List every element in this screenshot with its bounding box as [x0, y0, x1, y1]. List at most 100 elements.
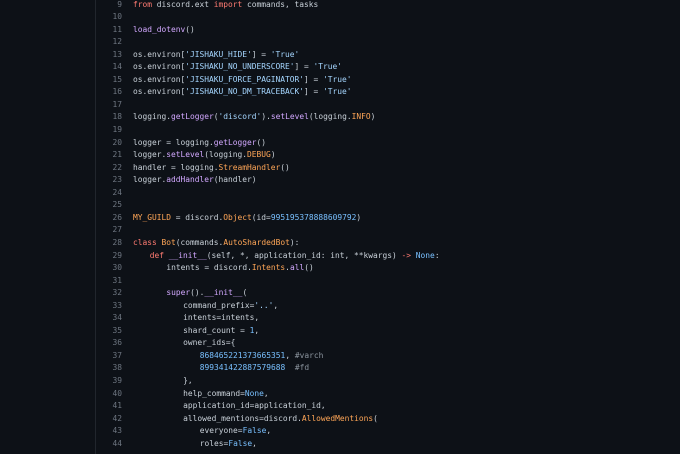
code-line[interactable]: 21 logger.setLevel(logging.DEBUG)	[0, 149, 680, 162]
code-line[interactable]: 9 from discord.ext import commands, tasks	[0, 0, 680, 11]
line-number: 40	[112, 388, 122, 398]
line-number: 27	[112, 225, 122, 235]
code-token: ()	[185, 24, 195, 34]
code-token: 'True'	[270, 49, 300, 59]
code-line[interactable]: 26 MY_GUILD = discord.Object(id=995195378…	[0, 212, 680, 225]
code-token: application_id=application_id,	[183, 401, 326, 411]
code-line[interactable]: 40 help_command=None,	[0, 388, 680, 401]
code-text: logger.addHandler(handler)	[133, 174, 257, 187]
code-token: allowed_mentions=discord.	[183, 413, 302, 423]
code-token: ] =	[251, 49, 271, 59]
code-token: __init__	[204, 288, 243, 298]
line-number: 36	[112, 338, 122, 348]
code-line[interactable]: 43 everyone=False,	[0, 425, 680, 438]
code-line[interactable]: 30 intents = discord.Intents.all()	[0, 262, 680, 275]
code-token: ,	[254, 325, 260, 335]
line-number: 21	[112, 150, 122, 160]
line-number: 11	[112, 24, 122, 34]
code-token: os.environ[	[133, 49, 186, 59]
code-token: roles=	[199, 438, 229, 448]
code-token: ,	[266, 426, 272, 436]
code-token: commands, tasks	[242, 0, 319, 9]
code-line[interactable]: 37 868465221373665351, #varch	[0, 350, 680, 363]
line-number: 10	[112, 12, 122, 22]
code-line[interactable]: 39},	[0, 375, 680, 388]
code-line[interactable]: 29 def __init__(self, *, application_id: …	[0, 250, 680, 263]
code-token: False	[228, 438, 253, 448]
code-line[interactable]: 32 super().__init__(	[0, 287, 680, 300]
code-token: 'JISHAKU_HIDE'	[185, 49, 252, 59]
code-token: logger.	[133, 150, 167, 160]
code-token: )	[270, 150, 276, 160]
code-text: logger = logging.getLogger()	[133, 137, 266, 150]
code-line[interactable]: 42 allowed_mentions=discord.AllowedMentio…	[0, 413, 680, 426]
code-token: ] =	[304, 74, 324, 84]
line-number: 13	[112, 49, 122, 59]
code-token: ] =	[304, 87, 324, 97]
code-token: (self, *, application_id: int, **kwargs)	[206, 250, 402, 260]
code-token: )	[356, 212, 362, 222]
line-number: 28	[112, 237, 122, 247]
code-line[interactable]: 33 command_prefix='..',	[0, 300, 680, 313]
code-token: #fd	[294, 363, 310, 373]
code-token: everyone=	[199, 426, 243, 436]
code-token: handler = logging.	[133, 162, 219, 172]
code-text: application_id=application_id,	[183, 400, 326, 413]
code-line[interactable]: 18 logging.getLogger('discord').setLevel(…	[0, 111, 680, 124]
code-token: 'True'	[323, 74, 352, 84]
code-text: MY_GUILD = discord.Object(id=99519537888…	[133, 212, 361, 225]
code-token: INFO	[351, 112, 371, 122]
code-line[interactable]: 34 intents=intents,	[0, 312, 680, 325]
code-line[interactable]: 35 shard_count = 1,	[0, 325, 680, 338]
code-line[interactable]: 10	[0, 11, 680, 24]
code-token: ,	[263, 388, 269, 398]
line-number: 41	[112, 401, 122, 411]
code-line[interactable]: 16 os.environ['JISHAKU_NO_DM_TRACEBACK'] …	[0, 86, 680, 99]
code-line[interactable]: 28 class Bot(commands.AutoShardedBot):	[0, 237, 680, 250]
code-line[interactable]: 31	[0, 275, 680, 288]
line-number: 17	[112, 99, 122, 109]
code-token: logging.	[133, 112, 172, 122]
code-token: Bot	[161, 237, 176, 247]
code-line[interactable]: 19	[0, 124, 680, 137]
code-token: 995195378888609792	[270, 212, 357, 222]
code-line[interactable]: 25	[0, 199, 680, 212]
code-line[interactable]: 17	[0, 99, 680, 112]
code-token: ()	[280, 162, 290, 172]
code-line[interactable]: 41 application_id=application_id,	[0, 400, 680, 413]
code-token: (handler)	[213, 175, 257, 185]
code-token: help_command=	[183, 388, 245, 398]
code-token: ()	[304, 263, 314, 273]
code-line[interactable]: 12	[0, 36, 680, 49]
code-text: owner_ids={	[183, 337, 235, 350]
code-line[interactable]: 20 logger = logging.getLogger()	[0, 137, 680, 150]
code-token: ->	[401, 250, 412, 260]
line-number: 34	[112, 313, 122, 323]
code-editor[interactable]: 9 from discord.ext import commands, tasks…	[0, 0, 680, 454]
code-line[interactable]: 13 os.environ['JISHAKU_HIDE'] = 'True'	[0, 49, 680, 62]
code-text: def __init__(self, *, application_id: in…	[150, 250, 440, 263]
code-token: from	[133, 0, 153, 9]
code-token: intents = discord.	[166, 263, 252, 273]
code-line[interactable]: 22 handler = logging.StreamHandler()	[0, 162, 680, 175]
code-line[interactable]: 14 os.environ['JISHAKU_NO_UNDERSCORE'] = …	[0, 61, 680, 74]
code-line[interactable]: 23 logger.addHandler(handler)	[0, 174, 680, 187]
code-text: class Bot(commands.AutoShardedBot):	[133, 237, 299, 250]
code-line[interactable]: 38 899341422887579688 #fd	[0, 362, 680, 375]
code-text: },	[183, 375, 193, 388]
code-line[interactable]: 36 owner_ids={	[0, 337, 680, 350]
code-token: = discord.	[171, 212, 224, 222]
code-token: 899341422887579688	[199, 363, 286, 373]
code-line[interactable]: 11 load_dotenv()	[0, 24, 680, 37]
code-line[interactable]: 27	[0, 224, 680, 237]
code-token: 'JISHAKU_NO_UNDERSCORE'	[185, 62, 295, 72]
code-token: os.environ[	[133, 87, 186, 97]
code-text: super().__init__(	[166, 287, 247, 300]
code-token: #varch	[294, 350, 324, 360]
code-token: intents=intents,	[183, 313, 260, 323]
code-line[interactable]: 44 roles=False,	[0, 438, 680, 451]
code-token: ] =	[294, 62, 314, 72]
code-line[interactable]: 15 os.environ['JISHAKU_FORCE_PAGINATOR'] …	[0, 74, 680, 87]
code-line[interactable]: 24	[0, 187, 680, 200]
